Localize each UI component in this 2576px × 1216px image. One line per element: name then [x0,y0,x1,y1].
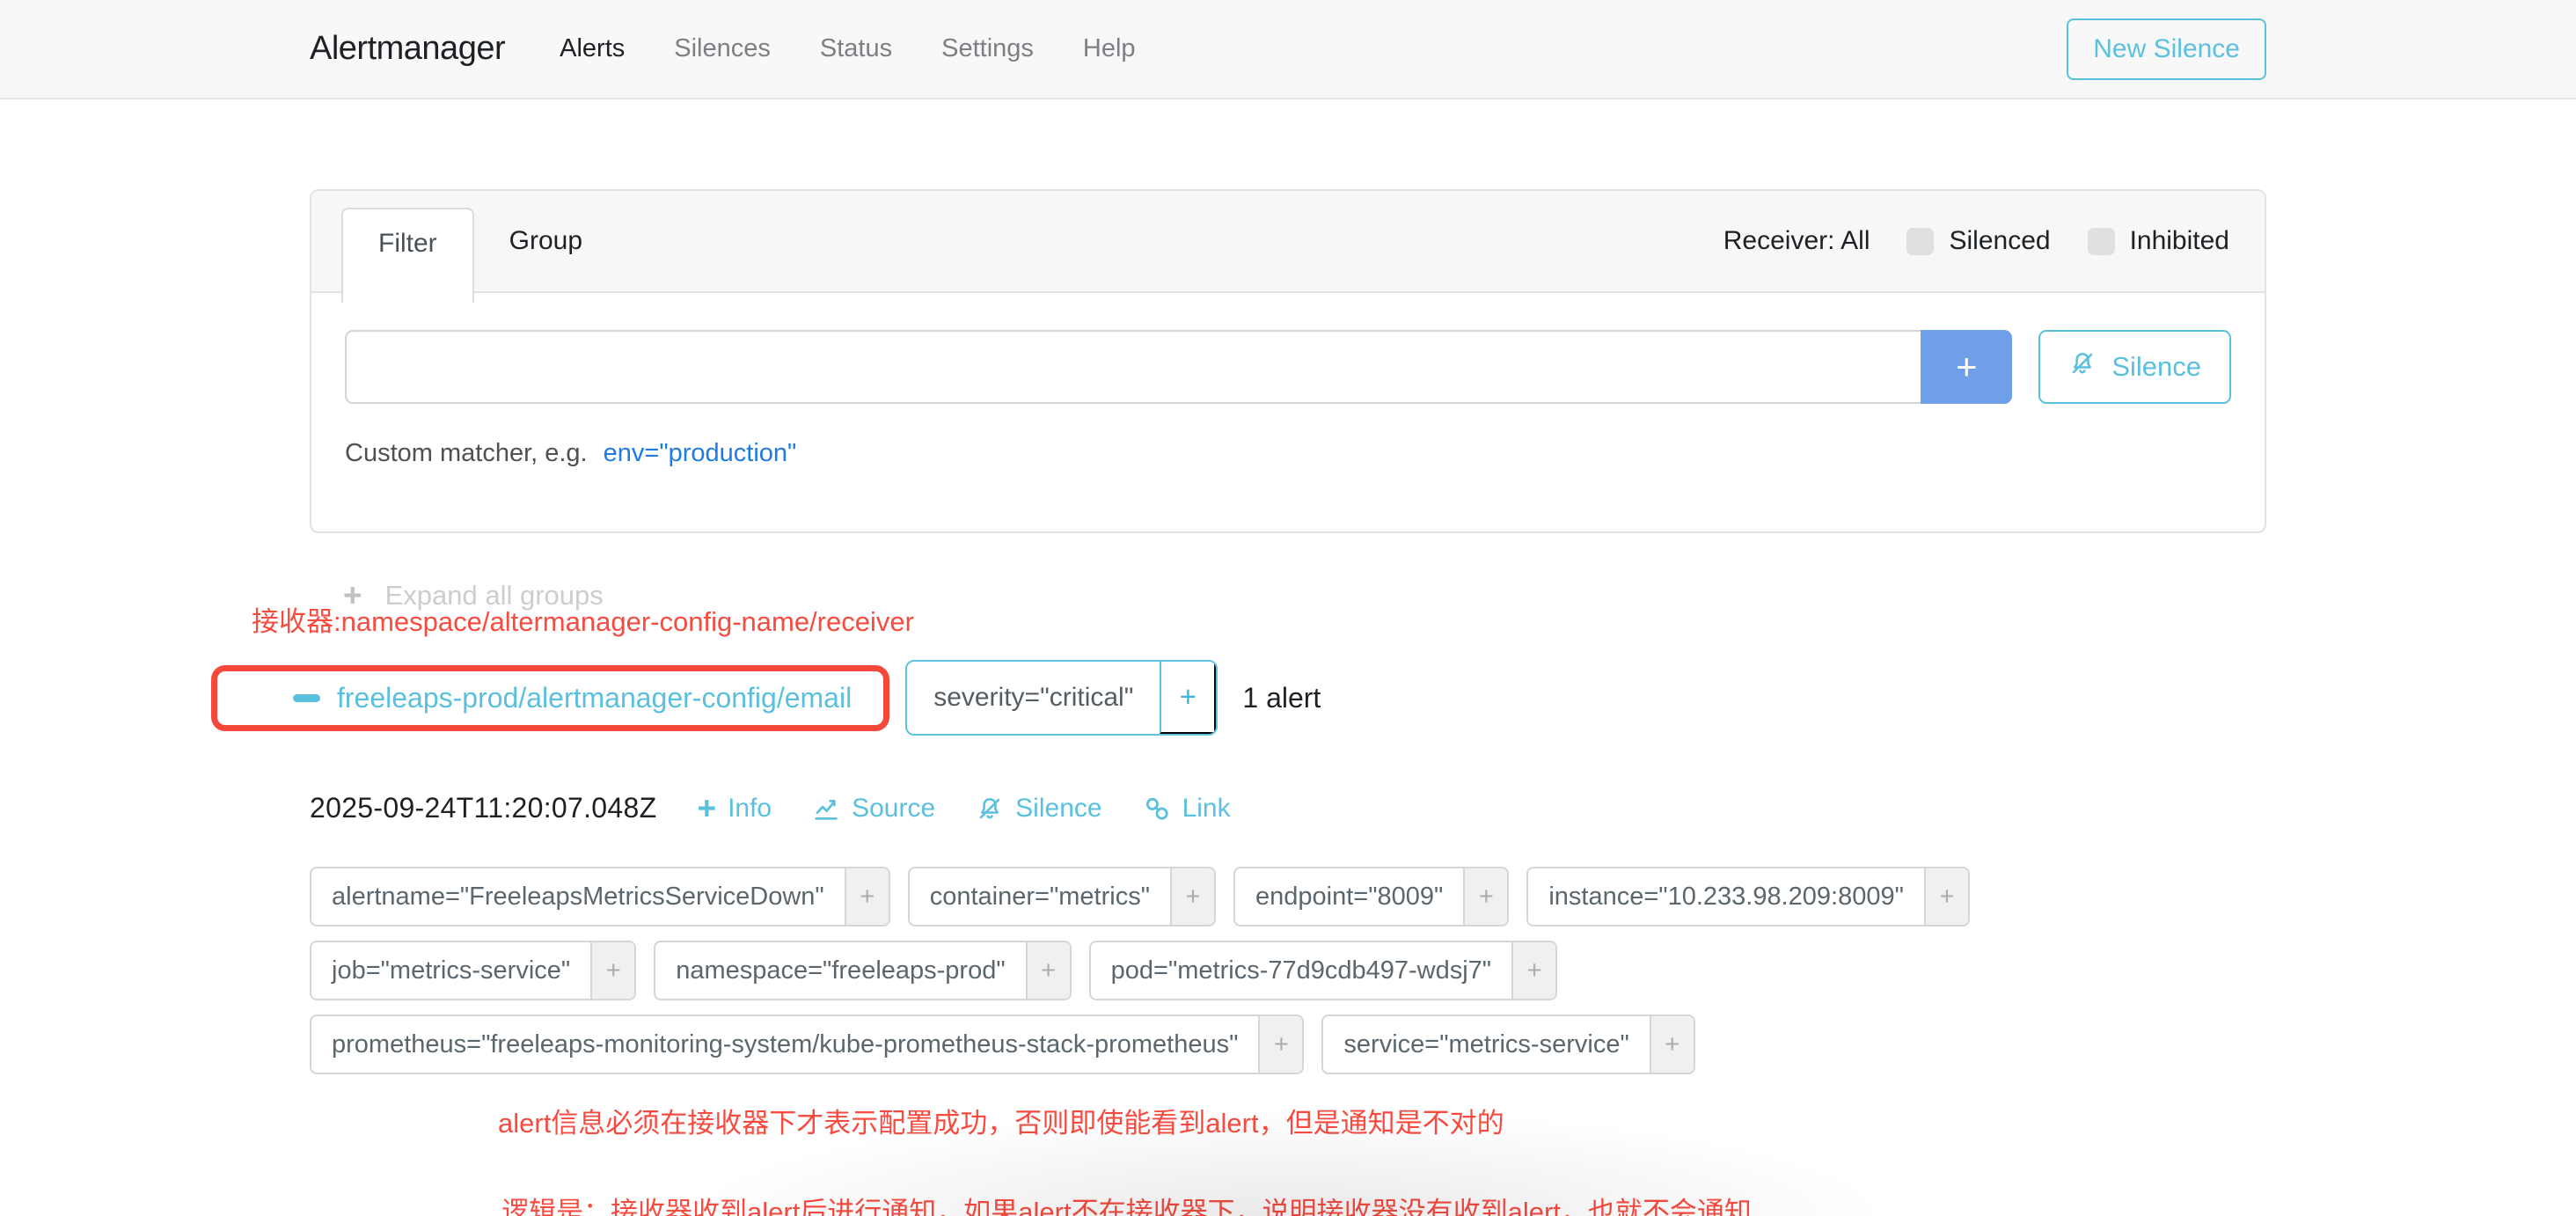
source-button[interactable]: Source [812,794,935,824]
panel-controls: Receiver: All Silenced Inhibited [1723,226,2229,256]
label-chip: pod="metrics-77d9cdb497-wdsj7" + [1089,941,1557,1000]
info-label: Info [728,794,772,824]
nav-item-silences[interactable]: Silences [674,34,771,63]
label-text: alertname="FreeleapsMetricsServiceDown" [311,868,845,925]
new-silence-button[interactable]: New Silence [2067,18,2266,80]
add-matcher-button[interactable]: + [1921,330,2012,404]
receiver-annotation-text: 接收器:namespace/altermanager-config-name/r… [252,599,2266,639]
label-chip: alertname="FreeleapsMetricsServiceDown" … [310,867,890,927]
label-add-filter-button[interactable]: + [1170,868,1214,925]
inhibited-checkbox-wrap[interactable]: Inhibited [2088,226,2229,256]
link-label: Link [1182,794,1231,824]
red-annotation-box: freeleaps-prod/alertmanager-config/email [211,665,889,731]
group-matcher-text: severity="critical" [907,662,1160,734]
minus-icon [293,694,320,702]
plus-icon: + [697,792,716,824]
label-text: service="metrics-service" [1323,1016,1649,1073]
annotation-line-1: alert信息必须在接收器下才表示配置成功，否则即使能看到alert，但是通知是… [498,1101,2266,1140]
group-matcher-add-button[interactable]: + [1160,662,1216,734]
label-add-filter-button[interactable]: + [1258,1016,1302,1073]
chart-line-icon [812,795,840,823]
label-text: prometheus="freeleaps-monitoring-system/… [311,1016,1258,1073]
silence-alert-label: Silence [1015,794,1101,824]
receiver-filter-label[interactable]: Receiver: All [1723,226,1870,256]
label-chip: job="metrics-service" + [310,941,636,1000]
label-text: namespace="freeleaps-prod" [655,942,1025,999]
inhibited-checkbox-label: Inhibited [2130,226,2229,256]
collapse-group-button[interactable]: freeleaps-prod/alertmanager-config/email [217,682,852,714]
label-add-filter-button[interactable]: + [1924,868,1968,925]
main-nav: Alerts Silences Status Settings Help [560,34,1135,63]
nav-item-settings[interactable]: Settings [941,34,1034,63]
info-button[interactable]: + Info [697,792,772,824]
link-icon [1143,795,1171,823]
app-brand[interactable]: Alertmanager [310,30,505,68]
link-button[interactable]: Link [1143,794,1231,824]
label-add-filter-button[interactable]: + [1650,1016,1694,1073]
matcher-hint-text: Custom matcher, e.g. [345,439,588,468]
bell-slash-icon [2068,349,2097,385]
bell-slash-icon [976,795,1004,823]
label-chip: instance="10.233.98.209:8009" + [1526,867,1970,927]
label-add-filter-button[interactable]: + [1511,942,1555,999]
source-label: Source [852,794,935,824]
filter-card-body: + Silence Custom matcher, e.g. env="prod… [311,293,2265,531]
silenced-checkbox-label: Silenced [1949,226,2050,256]
inhibited-checkbox[interactable] [2088,228,2115,255]
filter-card-header: Filter Group Receiver: All Silenced Inhi… [311,191,2265,293]
nav-item-help[interactable]: Help [1083,34,1136,63]
label-text: pod="metrics-77d9cdb497-wdsj7" [1091,942,1511,999]
alert-group-row: freeleaps-prod/alertmanager-config/email… [310,660,2266,736]
matcher-hint: Custom matcher, e.g. env="production" [345,439,2231,468]
label-add-filter-button[interactable]: + [1463,868,1507,925]
label-chip: service="metrics-service" + [1321,1015,1694,1074]
silence-filter-button[interactable]: Silence [2038,330,2231,404]
nav-item-alerts[interactable]: Alerts [560,34,625,63]
label-add-filter-button[interactable]: + [845,868,889,925]
label-chip: prometheus="freeleaps-monitoring-system/… [310,1015,1304,1074]
silenced-checkbox[interactable] [1906,228,1934,255]
alert-detail: 2025-09-24T11:20:07.048Z + Info Source [310,792,2266,1074]
alert-timestamp: 2025-09-24T11:20:07.048Z [310,792,656,824]
label-chip: container="metrics" + [908,867,1216,927]
tab-filter[interactable]: Filter [341,208,474,303]
matcher-example-link[interactable]: env="production" [604,439,797,468]
label-chip: namespace="freeleaps-prod" + [654,941,1071,1000]
alert-count: 1 alert [1242,682,1321,714]
silence-alert-button[interactable]: Silence [976,794,1101,824]
annotation-block: 逻辑是：接收器收到alert后进行通知，如果alert不在接收器下，说明接收器没… [501,1191,2266,1216]
nav-item-status[interactable]: Status [820,34,892,63]
label-add-filter-button[interactable]: + [1026,942,1070,999]
label-text: endpoint="8009" [1235,868,1463,925]
annotation-line-2: 逻辑是：接收器收到alert后进行通知，如果alert不在接收器下，说明接收器没… [501,1191,2266,1216]
label-text: job="metrics-service" [311,942,590,999]
label-text: container="metrics" [910,868,1170,925]
label-text: instance="10.233.98.209:8009" [1528,868,1924,925]
label-chip: endpoint="8009" + [1233,867,1509,927]
top-navbar: Alertmanager Alerts Silences Status Sett… [0,0,2576,99]
tab-group[interactable]: Group [474,226,618,256]
silence-filter-label: Silence [2111,351,2201,383]
matcher-input[interactable] [345,330,1921,404]
silenced-checkbox-wrap[interactable]: Silenced [1906,226,2050,256]
label-add-filter-button[interactable]: + [590,942,634,999]
group-matcher-chip: severity="critical" + [905,660,1218,736]
group-receiver-name: freeleaps-prod/alertmanager-config/email [337,682,852,714]
alert-labels: alertname="FreeleapsMetricsServiceDown" … [310,867,2266,1074]
filter-card: Filter Group Receiver: All Silenced Inhi… [310,189,2266,533]
